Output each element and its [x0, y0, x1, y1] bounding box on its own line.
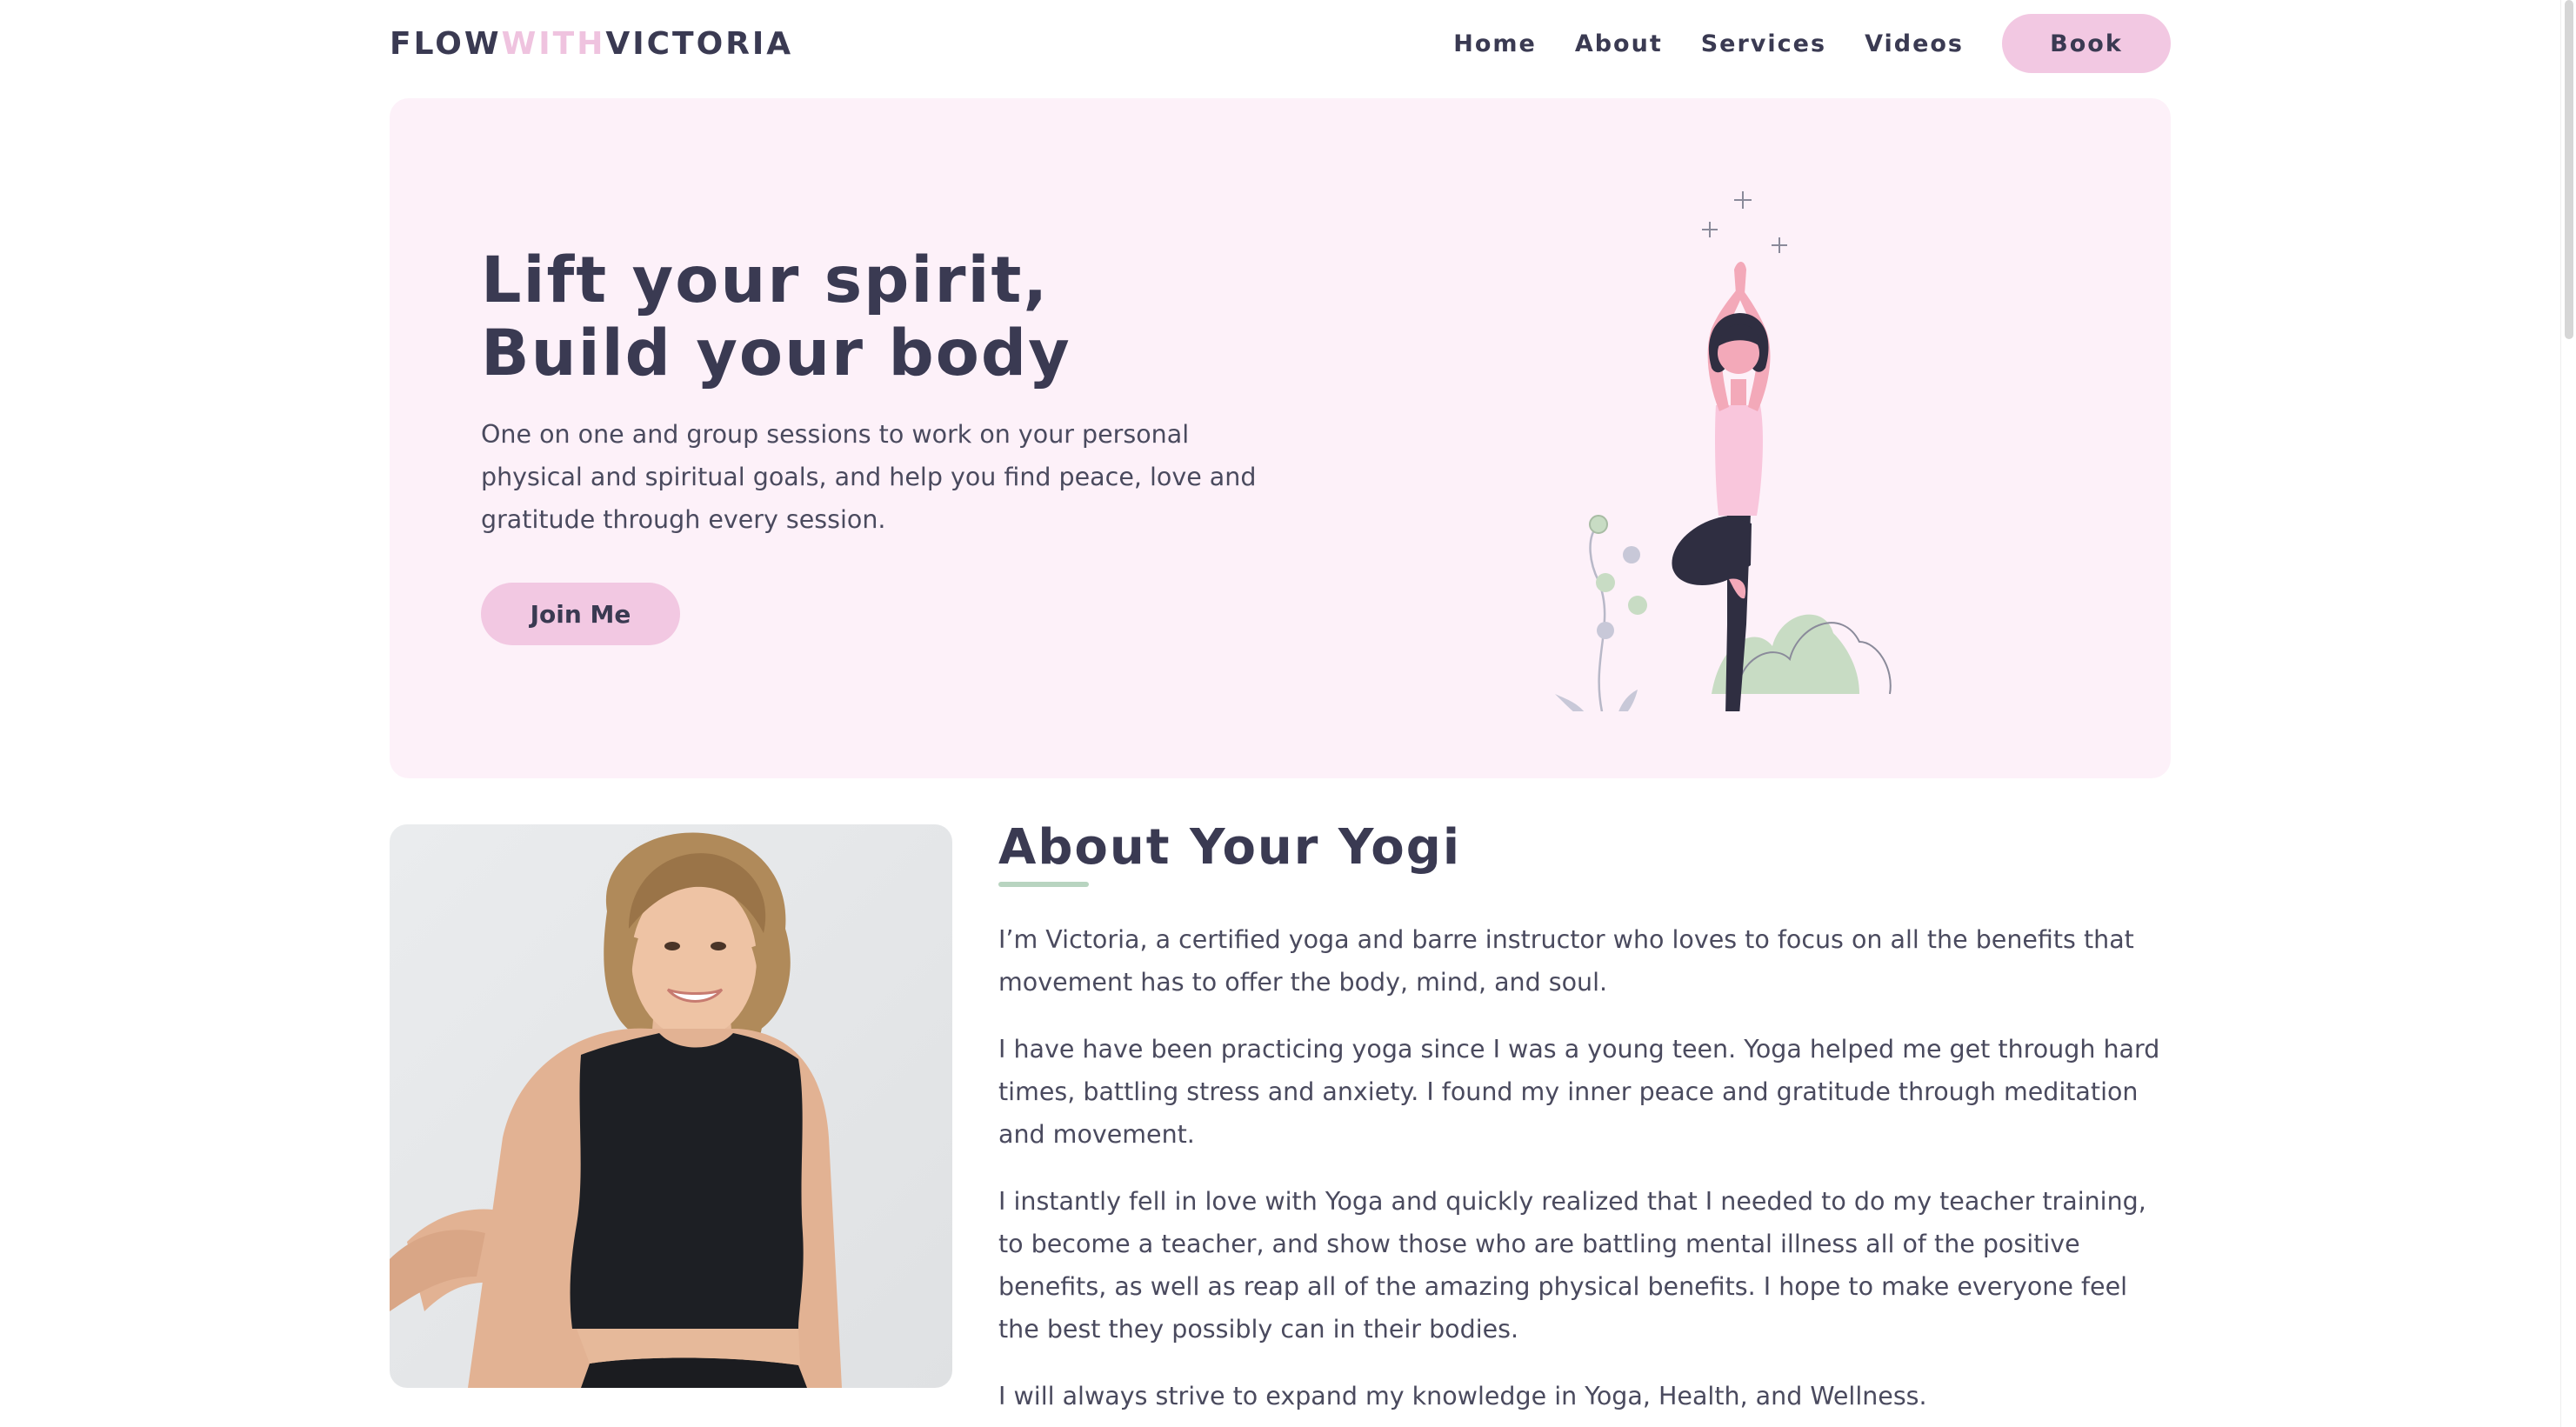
- hero-title: Lift your spirit, Build your body: [481, 244, 1071, 390]
- hero-title-line2: Build your body: [481, 317, 1071, 390]
- nav-videos-link[interactable]: Videos: [1865, 30, 1964, 57]
- hero-section: Lift your spirit, Build your body One on…: [390, 98, 2171, 788]
- about-title-underline: [998, 882, 1089, 887]
- nav-services-link[interactable]: Services: [1701, 30, 1826, 57]
- about-paragraph-1: I’m Victoria, a certified yoga and barre…: [998, 925, 2134, 997]
- nav-about-link[interactable]: About: [1575, 30, 1663, 57]
- hero-title-line1: Lift your spirit,: [481, 243, 1050, 317]
- about-body: I’m Victoria, a certified yoga and barre…: [998, 918, 2174, 1427]
- instructor-portrait-photo: [390, 824, 952, 1388]
- about-paragraph-2: I have have been practicing yoga since I…: [998, 1035, 2160, 1149]
- page: FLOWWITHVICTORIA Home About Services Vid…: [0, 0, 2576, 1427]
- site-header: FLOWWITHVICTORIA Home About Services Vid…: [390, 0, 2171, 87]
- nav-home-link[interactable]: Home: [1453, 30, 1537, 57]
- about-title: About Your Yogi: [998, 819, 1462, 876]
- main-nav: Home About Services Videos Book: [1453, 14, 2171, 73]
- logo[interactable]: FLOWWITHVICTORIA: [390, 26, 793, 62]
- logo-part-victoria: VICTORIA: [605, 25, 794, 62]
- yoga-tree-pose-illustration: [1451, 172, 1938, 788]
- hero-description: One on one and group sessions to work on…: [481, 420, 1257, 534]
- about-paragraph-3: I instantly fell in love with Yoga and q…: [998, 1187, 2146, 1344]
- about-paragraph-4: I will always strive to expand my knowle…: [998, 1382, 1927, 1410]
- page-scrollbar[interactable]: [2560, 0, 2576, 1427]
- logo-part-flow: FLOW: [390, 25, 502, 62]
- logo-part-with: WITH: [501, 25, 606, 62]
- join-me-button[interactable]: Join Me: [481, 583, 680, 645]
- scrollbar-thumb[interactable]: [2565, 0, 2573, 339]
- book-button[interactable]: Book: [2002, 14, 2171, 73]
